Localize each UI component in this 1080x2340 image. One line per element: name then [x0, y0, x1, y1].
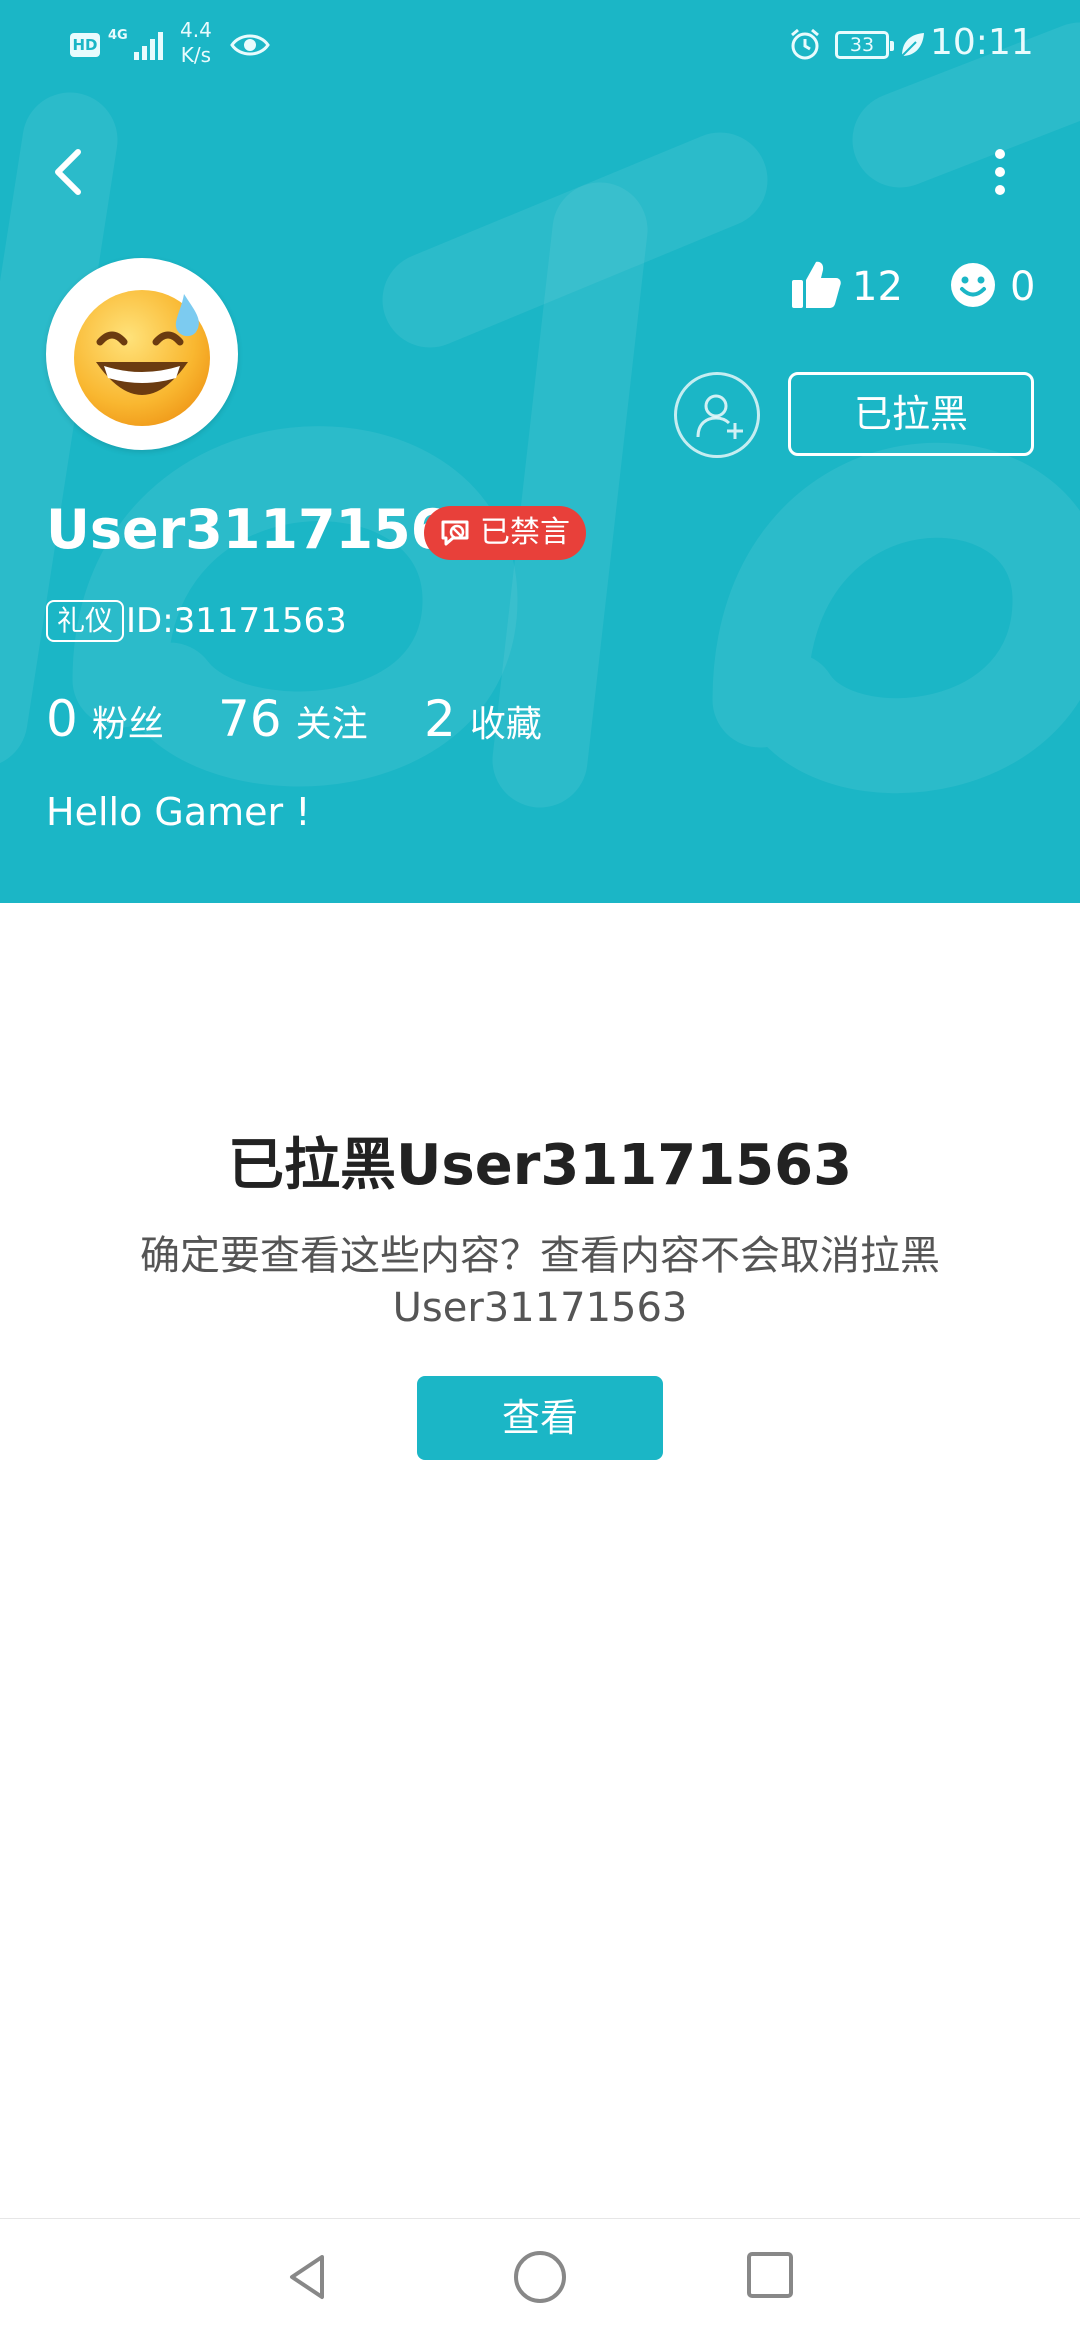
nav-home-icon[interactable] [510, 2249, 570, 2309]
username: User31171563 [46, 498, 486, 561]
bio: Hello Gamer ! [46, 790, 311, 834]
blocked-description: 确定要查看这些内容？查看内容不会取消拉黑User31171563 [140, 1233, 940, 1331]
blocked-title: 已拉黑User31171563 [227, 1133, 853, 1198]
more-options-button[interactable] [970, 140, 1030, 204]
blocked-button[interactable]: 已拉黑 [788, 372, 1034, 456]
sweat-smile-emoji [74, 290, 210, 426]
likes-count: 12 [852, 264, 903, 310]
smiles-count: 0 [1010, 264, 1036, 310]
muted-chat-icon [441, 520, 469, 546]
thumbs-up-icon [792, 261, 841, 308]
more-vertical-icon [995, 149, 1005, 195]
back-button[interactable] [38, 140, 102, 204]
svg-text:4G: 4G [108, 28, 128, 43]
alarm-icon [791, 28, 819, 60]
add-friend-button[interactable] [674, 372, 760, 458]
nav-back-icon[interactable] [280, 2249, 336, 2305]
stat-following[interactable]: 76 关注 [218, 690, 368, 748]
back-arrow-icon [55, 149, 81, 195]
view-content-button[interactable]: 查看 [417, 1376, 663, 1460]
clock: 10:11 [930, 22, 1034, 63]
leaf-icon [901, 33, 924, 57]
stat-followers[interactable]: 0 粉丝 [46, 690, 164, 748]
muted-badge-label: 已禁言 [480, 515, 570, 550]
network-speed: 4.4 K/s [180, 18, 212, 67]
muted-badge: 已禁言 [424, 506, 586, 560]
eye-icon [230, 34, 270, 56]
avatar[interactable] [46, 258, 238, 450]
stat-favorites[interactable]: 2 收藏 [424, 690, 542, 748]
status-bar: HD 4G 4.4 K/s 33 10:11 [0, 0, 1080, 90]
battery-icon: 33 [835, 31, 894, 59]
profile-screen: HD 4G 4.4 K/s 33 10:11 12 0 已拉黑 User3117… [0, 0, 1080, 2340]
nav-recents-icon[interactable] [742, 2249, 798, 2305]
profile-header: HD 4G 4.4 K/s 33 10:11 12 0 已拉黑 User3117… [0, 0, 1080, 903]
smile-icon [951, 263, 995, 307]
system-nav-bar [0, 2218, 1080, 2340]
add-friend-icon [696, 394, 743, 439]
hd-indicator: HD [70, 33, 100, 57]
etiquette-tag[interactable]: 礼仪 [46, 600, 124, 642]
signal-icon: 4G [108, 28, 163, 60]
user-id: ID:31171563 [126, 601, 347, 641]
